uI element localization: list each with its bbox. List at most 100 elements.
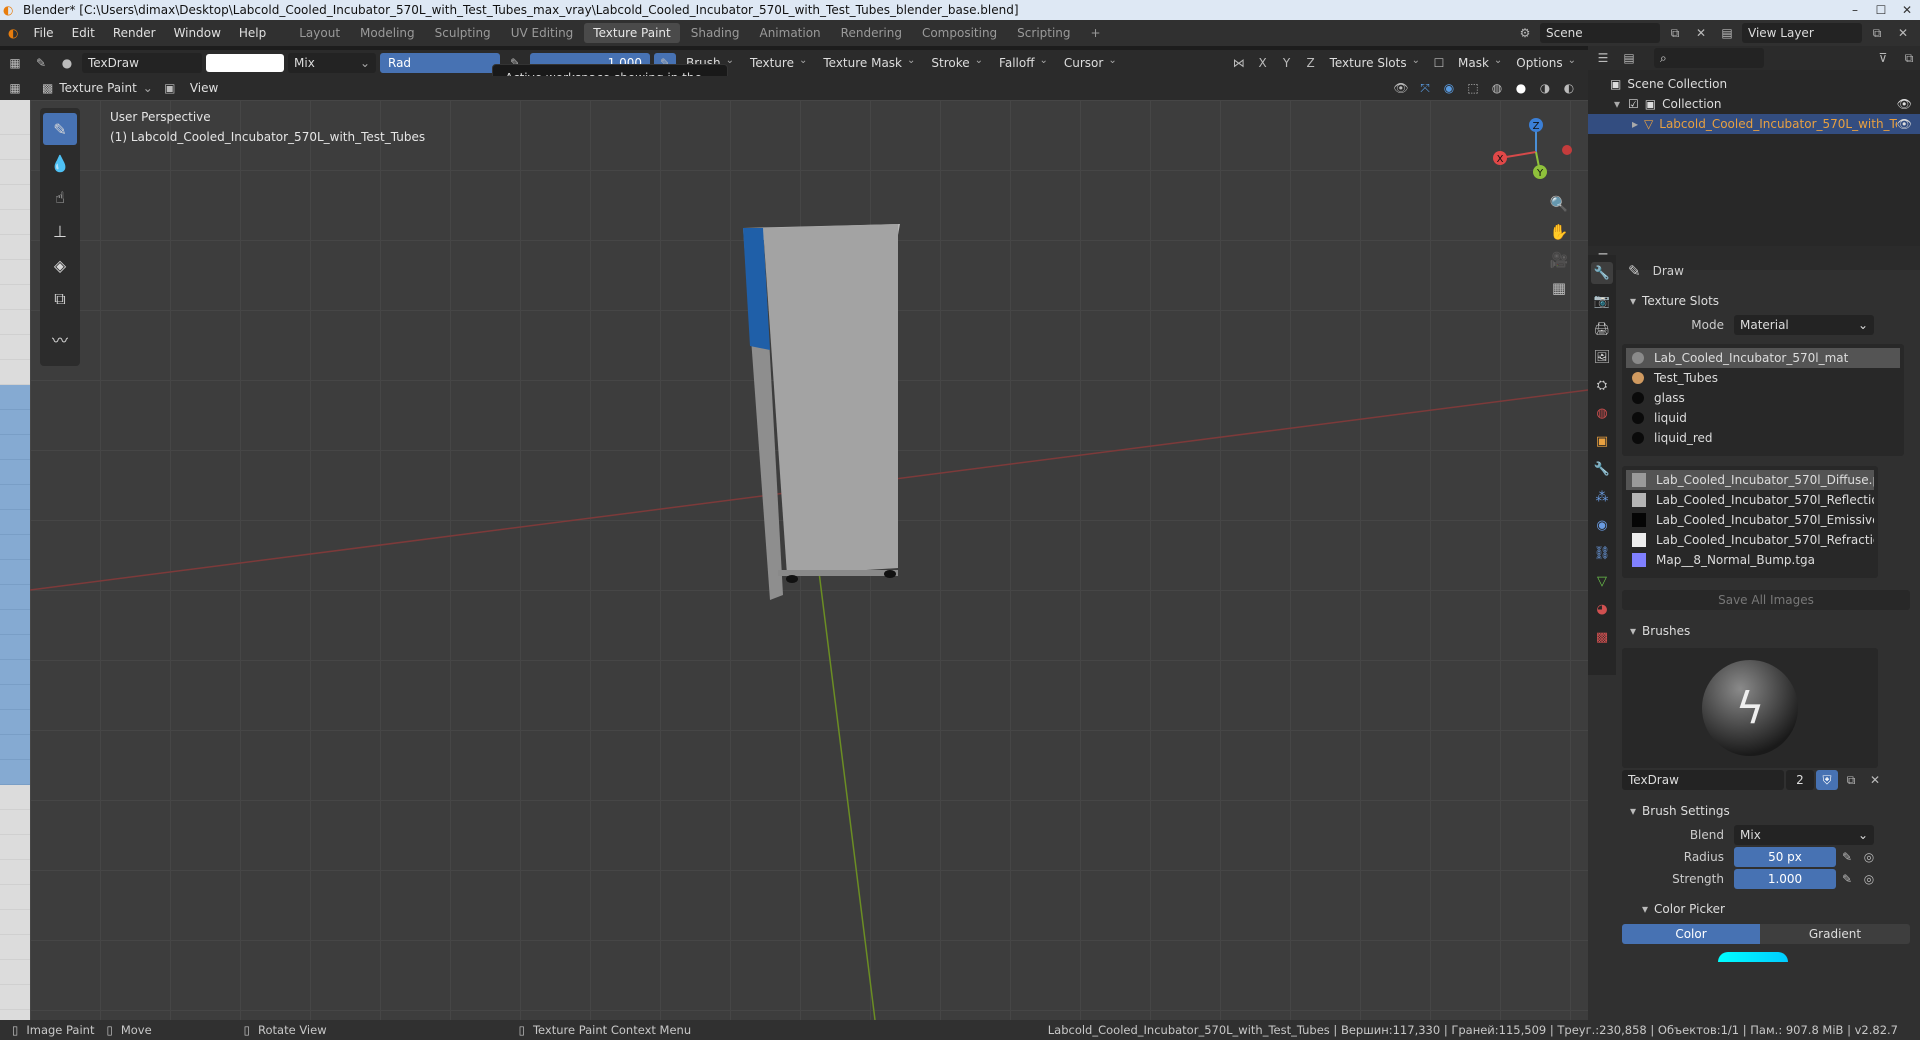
gizmo-toggle-icon[interactable]: ⤧	[1414, 78, 1436, 98]
outliner-editor-icon[interactable]: ☰	[1592, 48, 1614, 68]
3d-viewport[interactable]: Z X Y User Perspective (1) Labcold_Coole…	[30, 100, 1588, 1020]
visibility-icon[interactable]: 👁	[1390, 78, 1412, 98]
display-mode-icon[interactable]: ▤	[1618, 48, 1640, 68]
navigation-gizmo[interactable]: Z X Y	[1493, 118, 1572, 179]
data-tab-icon[interactable]: ▽	[1591, 570, 1613, 592]
list-item[interactable]: Lab_Cooled_Incubator_570l_mat	[1626, 348, 1900, 368]
minimize-button[interactable]: –	[1842, 0, 1868, 20]
clone-tool-icon[interactable]: ⊥	[43, 215, 77, 247]
brush-name-field[interactable]: TexDraw	[1622, 770, 1784, 790]
delete-scene-icon[interactable]: ✕	[1690, 23, 1712, 43]
soften-tool-icon[interactable]: 💧	[43, 147, 77, 179]
options-menu[interactable]: Options	[1510, 53, 1582, 73]
xray-icon[interactable]: ⬚	[1462, 78, 1484, 98]
view-layer-field[interactable]: View Layer	[1742, 23, 1862, 43]
brushes-panel-header[interactable]: Brushes	[1622, 620, 1916, 642]
view-menu[interactable]: View	[181, 75, 227, 101]
menu-file[interactable]: File	[24, 20, 62, 46]
tab-animation[interactable]: Animation	[750, 23, 829, 43]
new-scene-icon[interactable]: ⧉	[1664, 23, 1686, 43]
checkbox-icon[interactable]: ☑	[1628, 97, 1639, 111]
paint-mask-icon[interactable]: ▣	[159, 78, 181, 98]
modifier-tab-icon[interactable]: 🔧	[1591, 458, 1613, 480]
particles-tab-icon[interactable]: ⁂	[1591, 486, 1613, 508]
color-wheel-top[interactable]	[1718, 952, 1788, 962]
new-collection-icon[interactable]: ⧉	[1898, 48, 1920, 68]
duplicate-brush-icon[interactable]: ⧉	[1840, 770, 1862, 790]
radius-pressure-icon[interactable]: ✎	[1836, 847, 1858, 867]
mode-select[interactable]: Material ⌄	[1734, 315, 1874, 335]
radius-unit-icon[interactable]: ◎	[1858, 847, 1880, 867]
tool-tab-icon[interactable]: 🔧	[1591, 262, 1613, 284]
list-item[interactable]: glass	[1626, 388, 1900, 408]
brush-users-count[interactable]: 2	[1786, 770, 1814, 790]
color-picker-subpanel-header[interactable]: Color Picker	[1622, 898, 1916, 920]
editor-type-icon[interactable]: ▦	[4, 53, 26, 73]
material-tab-icon[interactable]: ◕	[1591, 598, 1613, 620]
texture-mask-menu[interactable]: Texture Mask	[817, 53, 921, 73]
eye-icon[interactable]: 👁	[1897, 117, 1912, 131]
texture-menu[interactable]: Texture	[744, 53, 813, 73]
save-all-images-button[interactable]: Save All Images	[1622, 590, 1910, 610]
incubator-model[interactable]	[743, 224, 900, 600]
texture-slots-panel-header[interactable]: Texture Slots	[1622, 290, 1916, 312]
tab-texture-paint[interactable]: Texture Paint	[584, 23, 680, 43]
outliner-collection[interactable]: ▾ ☑ ▣ Collection 👁	[1588, 94, 1920, 114]
list-item[interactable]: Test_Tubes	[1626, 368, 1900, 388]
menu-help[interactable]: Help	[230, 20, 275, 46]
brush-browse-icon[interactable]: ●	[56, 53, 78, 73]
filter-icon[interactable]: ⊽	[1872, 48, 1894, 68]
symmetry-icon[interactable]: ⋈	[1228, 53, 1250, 73]
tab-modeling[interactable]: Modeling	[351, 23, 424, 43]
tab-color[interactable]: Color	[1622, 924, 1760, 944]
list-item[interactable]: Lab_Cooled_Incubator_570l_Reflection.png	[1626, 490, 1874, 510]
menu-render[interactable]: Render	[104, 20, 165, 46]
constraints-tab-icon[interactable]: ⛓	[1591, 542, 1613, 564]
tab-rendering[interactable]: Rendering	[832, 23, 911, 43]
overlays-icon[interactable]: ◉	[1438, 78, 1460, 98]
annotate-tool-icon[interactable]: 〰	[43, 323, 77, 355]
mirror-y-toggle[interactable]: Y	[1276, 53, 1298, 73]
menu-edit[interactable]: Edit	[63, 20, 104, 46]
scene-selector-icon[interactable]: ⚙	[1514, 23, 1536, 43]
outliner-search-input[interactable]: ⌕	[1654, 48, 1764, 68]
falloff-menu[interactable]: Falloff	[993, 53, 1054, 73]
output-tab-icon[interactable]: 🖨	[1591, 318, 1613, 340]
zoom-icon[interactable]: 🔍	[1548, 194, 1570, 214]
list-item[interactable]: Lab_Cooled_Incubator_570l_Refraction_in.…	[1626, 530, 1874, 550]
mirror-z-toggle[interactable]: Z	[1300, 53, 1322, 73]
physics-tab-icon[interactable]: ◉	[1591, 514, 1613, 536]
maximize-button[interactable]: ☐	[1868, 0, 1894, 20]
brush-preview[interactable]: ϟ	[1622, 648, 1878, 768]
radius-slider[interactable]: Rad	[380, 53, 500, 73]
mode-select[interactable]: ▩ Texture Paint ⌄	[36, 78, 159, 98]
list-item[interactable]: Lab_Cooled_Incubator_570l_Emissive.png	[1626, 510, 1874, 530]
brush-settings-panel-header[interactable]: Brush Settings	[1622, 800, 1916, 822]
render-tab-icon[interactable]: 📷	[1591, 290, 1613, 312]
draw-tool-icon[interactable]: ✎	[43, 113, 77, 145]
brush-name-field[interactable]: TexDraw	[82, 53, 202, 73]
eye-icon[interactable]: 👁	[1897, 97, 1912, 111]
texture-slots-menu[interactable]: Texture Slots	[1324, 53, 1426, 73]
outliner-scene-collection[interactable]: ▣ Scene Collection	[1588, 74, 1920, 94]
stroke-menu[interactable]: Stroke	[925, 53, 989, 73]
scene-tab-icon[interactable]: ⛭	[1591, 374, 1613, 396]
tab-sculpting[interactable]: Sculpting	[426, 23, 500, 43]
tab-shading[interactable]: Shading	[682, 23, 749, 43]
view-layer-tab-icon[interactable]: 🖼	[1591, 346, 1613, 368]
perspective-grid-icon[interactable]: ▦	[1548, 278, 1570, 298]
tool-brush-icon[interactable]: ✎	[30, 53, 52, 73]
solid-shading-icon[interactable]: ●	[1510, 78, 1532, 98]
fill-tool-icon[interactable]: ◈	[43, 249, 77, 281]
fake-user-shield-icon[interactable]: ⛨	[1816, 770, 1838, 790]
material-shading-icon[interactable]: ◑	[1534, 78, 1556, 98]
strength-field[interactable]: 1.000	[1734, 869, 1836, 889]
gizmo-neg-x-axis[interactable]	[1562, 145, 1572, 155]
scene-field[interactable]: Scene	[1540, 23, 1660, 43]
blender-menu-icon[interactable]: ◐	[0, 20, 24, 46]
strength-pressure-icon[interactable]: ✎	[1836, 869, 1858, 889]
mask-menu[interactable]: Mask	[1452, 53, 1508, 73]
radius-field[interactable]: 50 px	[1734, 847, 1836, 867]
list-item[interactable]: Lab_Cooled_Incubator_570l_Diffuse.png	[1626, 470, 1874, 490]
new-view-layer-icon[interactable]: ⧉	[1866, 23, 1888, 43]
